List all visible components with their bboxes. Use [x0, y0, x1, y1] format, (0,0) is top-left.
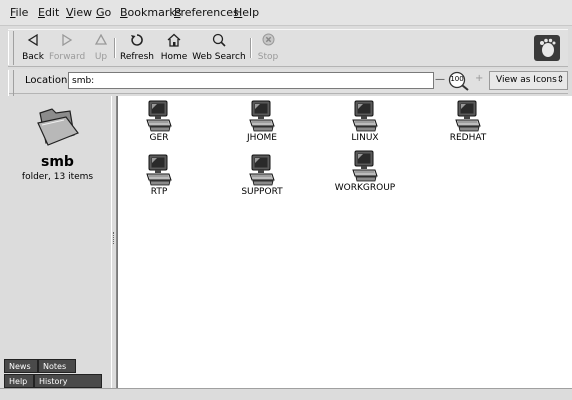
forward-arrow-icon — [49, 33, 85, 51]
list-item[interactable]: LINUX — [333, 100, 397, 143]
computer-icon — [455, 100, 481, 132]
toolbar-separator — [250, 38, 252, 58]
stop-icon — [256, 33, 280, 51]
tab-history[interactable]: History — [34, 374, 102, 388]
location-bar: Location: — 100 + View as Icons ⇕ — [8, 69, 568, 104]
list-item[interactable]: RTP — [127, 154, 191, 197]
zoom-out-button[interactable]: — — [435, 74, 445, 85]
computer-icon — [249, 154, 275, 186]
tab-news[interactable]: News — [4, 359, 38, 373]
up-arrow-icon — [91, 33, 111, 51]
list-item[interactable]: WORKGROUP — [333, 150, 397, 193]
computer-icon — [352, 100, 378, 132]
sidebar: smb folder, 13 items News Notes Help His… — [4, 96, 111, 388]
home-button[interactable]: Home — [160, 33, 188, 65]
zoom-in-button[interactable]: + — [475, 73, 483, 84]
computer-icon — [249, 100, 275, 132]
back-arrow-icon — [20, 33, 46, 51]
tab-notes[interactable]: Notes — [38, 359, 76, 373]
list-item[interactable]: REDHAT — [436, 100, 500, 143]
web-search-button[interactable]: Web Search — [192, 33, 246, 65]
up-button[interactable]: Up — [91, 33, 111, 65]
menu-go[interactable]: Go — [96, 6, 111, 19]
menu-help[interactable]: Help — [234, 6, 259, 19]
location-label: Location: — [25, 75, 71, 86]
location-input[interactable] — [68, 72, 434, 89]
search-icon — [192, 33, 246, 51]
gnome-foot-throbber-icon — [534, 35, 560, 61]
list-item[interactable]: JHOME — [230, 100, 294, 143]
computer-icon — [146, 154, 172, 186]
computer-icon — [146, 100, 172, 132]
menu-bookmarks[interactable]: Bookmarks — [120, 6, 181, 19]
menu-edit[interactable]: Edit — [38, 6, 59, 19]
view-as-value: View as Icons — [496, 75, 557, 85]
toolbar-separator — [114, 38, 116, 58]
toolbar: Back Forward Up Refresh Home Web Search … — [8, 29, 568, 67]
icon-view[interactable]: GER JHOME LINUX REDHAT RTP SUPPORT WORKG… — [117, 96, 572, 388]
status-bar — [0, 388, 572, 400]
refresh-button[interactable]: Refresh — [120, 33, 154, 65]
menubar: File Edit View Go Bookmarks Preferences … — [0, 0, 572, 26]
open-folder-icon — [36, 105, 80, 147]
menu-view[interactable]: View — [66, 6, 92, 19]
zoom-level-value: 100 — [450, 75, 464, 83]
stop-button[interactable]: Stop — [256, 33, 280, 65]
toolbar-handle[interactable] — [8, 31, 14, 65]
computer-icon — [352, 150, 378, 182]
select-arrows-icon: ⇕ — [556, 75, 564, 85]
file-manager-window: File Edit View Go Bookmarks Preferences … — [0, 0, 572, 400]
tab-help[interactable]: Help — [4, 374, 34, 388]
back-button[interactable]: Back — [20, 33, 46, 65]
splitter-grip — [113, 232, 116, 244]
menu-preferences[interactable]: Preferences — [174, 6, 239, 19]
list-item[interactable]: GER — [127, 100, 191, 143]
refresh-icon — [120, 33, 154, 51]
view-as-select[interactable]: View as Icons ⇕ — [489, 71, 568, 90]
list-item[interactable]: SUPPORT — [230, 154, 294, 197]
menu-file[interactable]: File — [10, 6, 28, 19]
forward-button[interactable]: Forward — [49, 33, 85, 65]
sidebar-title: smb — [41, 154, 74, 170]
home-icon — [160, 33, 188, 51]
zoom-level-button[interactable]: 100 — [448, 71, 469, 91]
sidebar-info: folder, 13 items — [21, 172, 94, 182]
